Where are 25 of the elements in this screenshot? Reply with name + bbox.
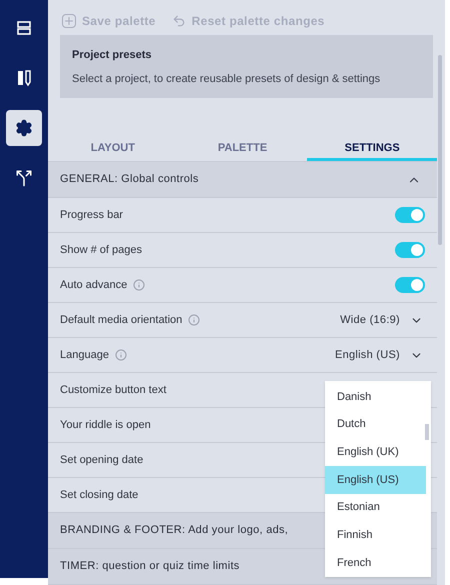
tab[interactable]: PALETTE bbox=[178, 138, 308, 161]
presets-description: Select a project, to create reusable presets of design & settings bbox=[72, 72, 382, 88]
section-title: GENERAL: Global controls bbox=[60, 172, 199, 188]
presets-title: Project presets bbox=[72, 48, 152, 63]
setting-label: Set opening date bbox=[60, 452, 144, 468]
menu-option[interactable]: English (US) bbox=[325, 466, 426, 494]
select-dropdown[interactable]: Wide (16:9) bbox=[340, 312, 425, 328]
menu-option[interactable]: Danish bbox=[325, 383, 426, 411]
setting-label: Show # of pages bbox=[60, 242, 142, 258]
select-dropdown[interactable]: English (US) bbox=[334, 346, 425, 364]
menu-option[interactable]: Dutch bbox=[325, 410, 426, 438]
setting-label: Set closing date bbox=[60, 488, 138, 503]
menu-option[interactable]: English (UK) bbox=[325, 438, 426, 466]
setting-label: Auto advance bbox=[60, 278, 128, 293]
section-header[interactable]: GENERAL: Global controls bbox=[48, 162, 437, 198]
setting-label: Progress bar bbox=[60, 208, 123, 223]
tab[interactable]: LAYOUT bbox=[48, 138, 178, 161]
menu-option[interactable]: French bbox=[325, 549, 426, 577]
setting-label: Language bbox=[60, 348, 109, 363]
menu-option[interactable]: Finnish bbox=[325, 522, 426, 550]
setting-label: Default media orientation bbox=[60, 312, 182, 328]
section-title: TIMER: question or quiz time limits bbox=[60, 559, 240, 574]
setting-label: Your riddle is open bbox=[60, 418, 151, 433]
section-title: BRANDING & FOOTER: Add your logo, ads, bbox=[60, 523, 288, 538]
setting-label: Customize button text bbox=[60, 382, 166, 398]
